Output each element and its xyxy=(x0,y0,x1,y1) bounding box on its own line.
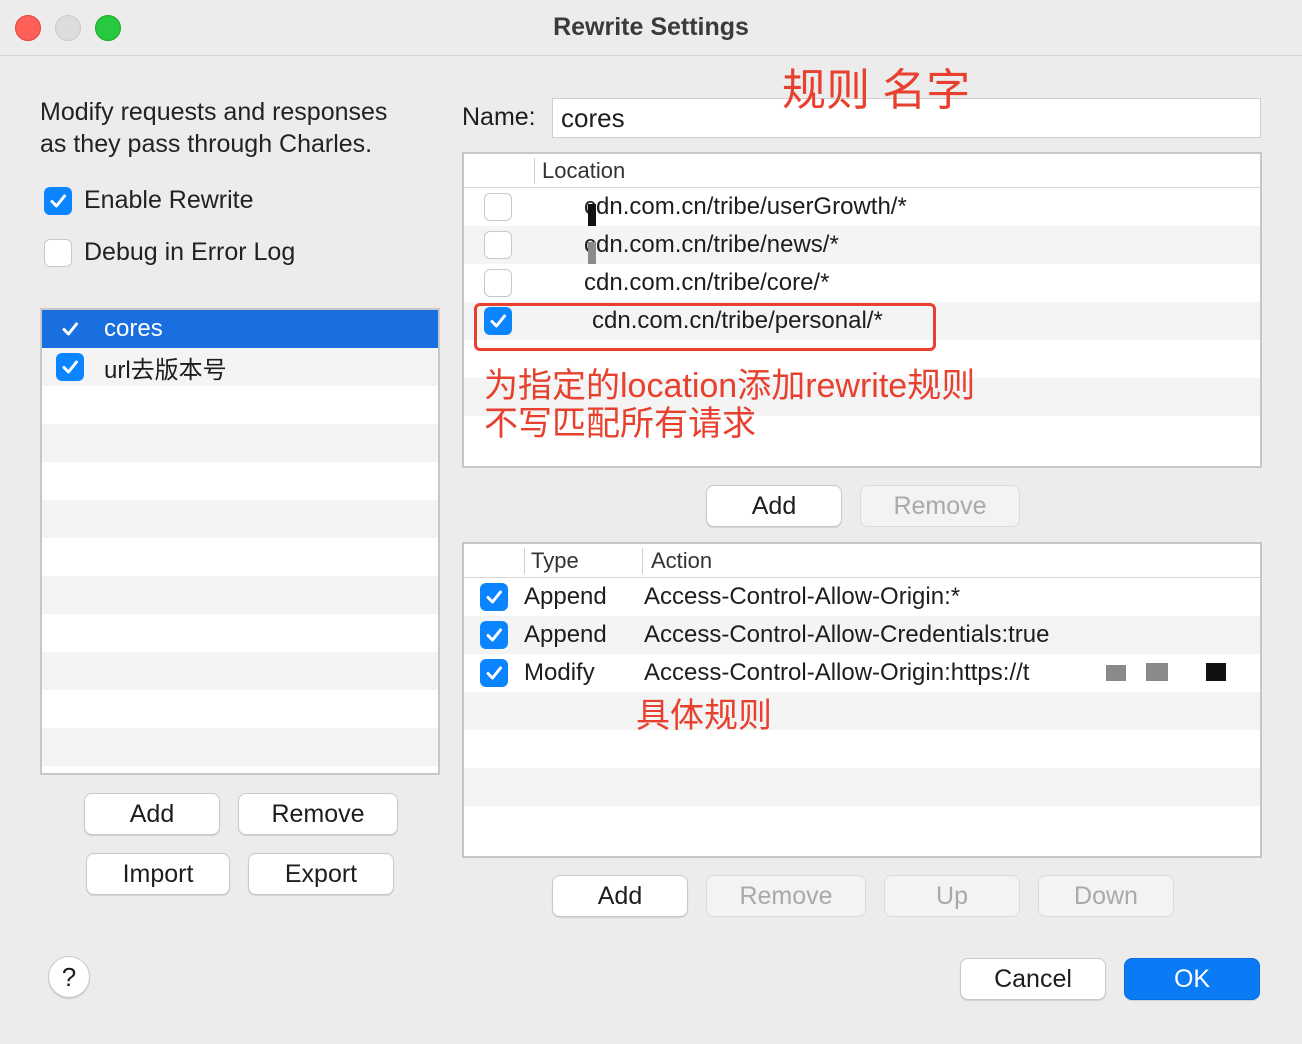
action-column-header[interactable]: Action xyxy=(651,548,712,574)
redaction-mark xyxy=(1106,665,1126,681)
empty-row xyxy=(42,576,438,614)
annotation-highlight-box xyxy=(474,303,936,351)
rule-set-item-cores[interactable]: cores xyxy=(42,310,438,348)
rules-table-header: Type Action xyxy=(464,544,1260,578)
locations-table-header: Location xyxy=(464,154,1260,188)
empty-row xyxy=(42,386,438,424)
empty-row xyxy=(464,730,1260,768)
annotation-rule-detail: 具体规则 xyxy=(636,697,772,735)
redaction-mark xyxy=(1146,663,1168,681)
empty-row xyxy=(42,538,438,576)
empty-row xyxy=(42,614,438,652)
location-row[interactable]: cdn.com.cn/tribe/core/* xyxy=(464,264,1260,302)
checkmark-icon xyxy=(486,590,502,604)
empty-row xyxy=(42,690,438,728)
empty-row xyxy=(42,462,438,500)
location-text: cdn.com.cn/tribe/core/* xyxy=(584,269,830,296)
move-down-button[interactable]: Down xyxy=(1038,875,1174,917)
location-checkbox[interactable] xyxy=(484,231,512,259)
enable-rewrite-label: Enable Rewrite xyxy=(84,186,254,214)
location-checkbox[interactable] xyxy=(484,193,512,221)
remove-rule-set-button[interactable]: Remove xyxy=(238,793,398,835)
location-row[interactable]: cdn.com.cn/tribe/userGrowth/* xyxy=(464,188,1260,226)
title-bar: Rewrite Settings xyxy=(0,0,1302,56)
help-button[interactable]: ? xyxy=(48,956,90,998)
empty-row xyxy=(42,424,438,462)
debug-error-log-label: Debug in Error Log xyxy=(84,238,296,266)
enable-rewrite-option[interactable]: Enable Rewrite xyxy=(44,186,254,215)
location-column-header[interactable]: Location xyxy=(542,158,625,184)
checkmark-icon xyxy=(62,322,78,336)
empty-row xyxy=(42,652,438,690)
rules-rows: Append Access-Control-Allow-Origin:* App… xyxy=(464,578,1260,844)
rule-row[interactable]: Append Access-Control-Allow-Origin:* xyxy=(464,578,1260,616)
empty-row xyxy=(42,728,438,766)
checkmark-icon xyxy=(486,666,502,680)
checkmark-icon xyxy=(486,628,502,642)
redaction-mark xyxy=(588,204,596,226)
rule-set-checkbox[interactable] xyxy=(56,353,84,381)
empty-row xyxy=(464,692,1260,730)
type-column-header[interactable]: Type xyxy=(531,548,579,574)
cancel-button[interactable]: Cancel xyxy=(960,958,1106,1000)
rule-set-label: url去版本号 xyxy=(104,356,227,384)
redaction-mark xyxy=(588,242,596,264)
rule-checkbox[interactable] xyxy=(480,659,508,687)
remove-location-button[interactable]: Remove xyxy=(860,485,1020,527)
intro-line-1: Modify requests and responses xyxy=(40,98,388,126)
export-button[interactable]: Export xyxy=(248,853,394,895)
rule-type: Modify xyxy=(524,659,595,686)
redaction-mark xyxy=(1206,663,1226,681)
column-separator xyxy=(642,548,643,574)
location-checkbox[interactable] xyxy=(484,269,512,297)
ok-button[interactable]: OK xyxy=(1124,958,1260,1000)
rule-type: Append xyxy=(524,583,607,610)
empty-row xyxy=(464,806,1260,844)
checkmark-icon xyxy=(62,360,78,374)
rule-action: Access-Control-Allow-Origin:https://t xyxy=(644,659,1030,686)
rule-checkbox[interactable] xyxy=(480,583,508,611)
rule-row[interactable]: Modify Access-Control-Allow-Origin:https… xyxy=(464,654,1260,692)
move-up-button[interactable]: Up xyxy=(884,875,1020,917)
rule-set-label: cores xyxy=(104,315,163,342)
rule-type: Append xyxy=(524,621,607,648)
empty-row xyxy=(464,768,1260,806)
name-label: Name: xyxy=(462,103,536,131)
rule-sets-list[interactable]: cores url去版本号 xyxy=(40,308,440,775)
debug-error-log-checkbox[interactable] xyxy=(44,238,72,267)
column-separator xyxy=(534,158,535,184)
location-text: cdn.com.cn/tribe/userGrowth/* xyxy=(584,193,907,220)
add-rule-set-button[interactable]: Add xyxy=(84,793,220,835)
rule-checkbox[interactable] xyxy=(480,621,508,649)
rules-table[interactable]: Type Action Append Access-Control-Allow-… xyxy=(462,542,1262,858)
rule-set-checkbox[interactable] xyxy=(56,315,84,343)
rule-set-item-url[interactable]: url去版本号 xyxy=(42,348,438,386)
rule-action: Access-Control-Allow-Origin:* xyxy=(644,583,961,610)
add-location-button[interactable]: Add xyxy=(706,485,842,527)
location-row[interactable]: cdn.com.cn/tribe/news/* xyxy=(464,226,1260,264)
window-title: Rewrite Settings xyxy=(553,13,749,41)
rule-row[interactable]: Append Access-Control-Allow-Credentials:… xyxy=(464,616,1260,654)
enable-rewrite-checkbox[interactable] xyxy=(44,186,72,215)
rule-action: Access-Control-Allow-Credentials:true xyxy=(644,621,1050,648)
intro-text: Modify requests and responses as they pa… xyxy=(40,96,440,160)
annotation-location-note-2: 不写匹配所有请求 xyxy=(484,405,756,443)
add-rule-button[interactable]: Add xyxy=(552,875,688,917)
checkmark-icon xyxy=(50,194,66,207)
intro-line-2: as they pass through Charles. xyxy=(40,130,373,158)
import-button[interactable]: Import xyxy=(86,853,230,895)
annotation-rule-name: 规则 名字 xyxy=(782,66,971,115)
location-text: cdn.com.cn/tribe/news/* xyxy=(584,231,839,258)
debug-error-log-option[interactable]: Debug in Error Log xyxy=(44,238,295,267)
column-separator xyxy=(524,548,525,574)
empty-row xyxy=(42,500,438,538)
remove-rule-button[interactable]: Remove xyxy=(706,875,866,917)
